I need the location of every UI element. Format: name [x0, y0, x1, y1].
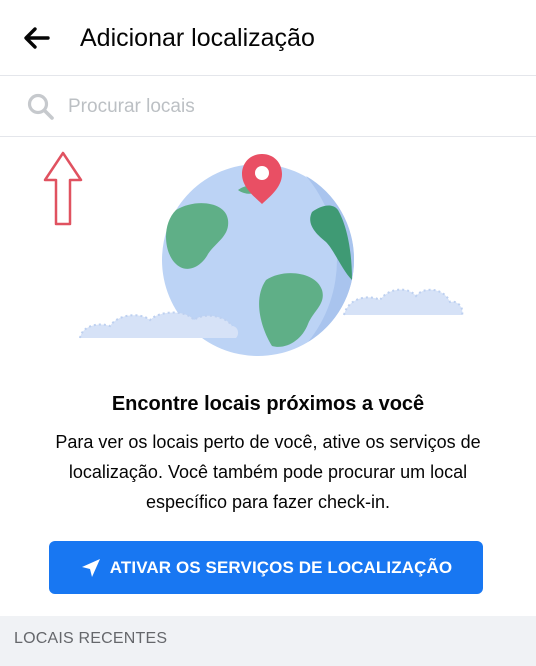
- search-icon: [27, 93, 54, 120]
- recent-places-header: LOCAIS RECENTES: [14, 630, 168, 647]
- arrow-left-icon: [24, 27, 50, 49]
- search-input[interactable]: [68, 90, 508, 124]
- empty-state-description: Para ver os locais perto de você, ative …: [55, 432, 481, 512]
- back-button[interactable]: [18, 22, 54, 54]
- globe-illustration: [79, 154, 464, 356]
- page-title: Adicionar localização: [80, 24, 315, 52]
- recent-places-section: LOCAIS RECENTES: [0, 616, 536, 666]
- location-arrow-icon: [81, 558, 100, 577]
- enable-location-services-label: ATIVAR OS SERVIÇOS DE LOCALIZAÇÃO: [109, 557, 453, 577]
- cloud-left: [79, 311, 239, 339]
- empty-state-title: Encontre locais próximos a você: [111, 393, 425, 415]
- cloud-right: [343, 288, 464, 316]
- enable-location-services-button[interactable]: ATIVAR OS SERVIÇOS DE LOCALIZAÇÃO: [49, 541, 483, 594]
- top-bar: Adicionar localização: [0, 0, 536, 76]
- search-bar: [0, 76, 536, 137]
